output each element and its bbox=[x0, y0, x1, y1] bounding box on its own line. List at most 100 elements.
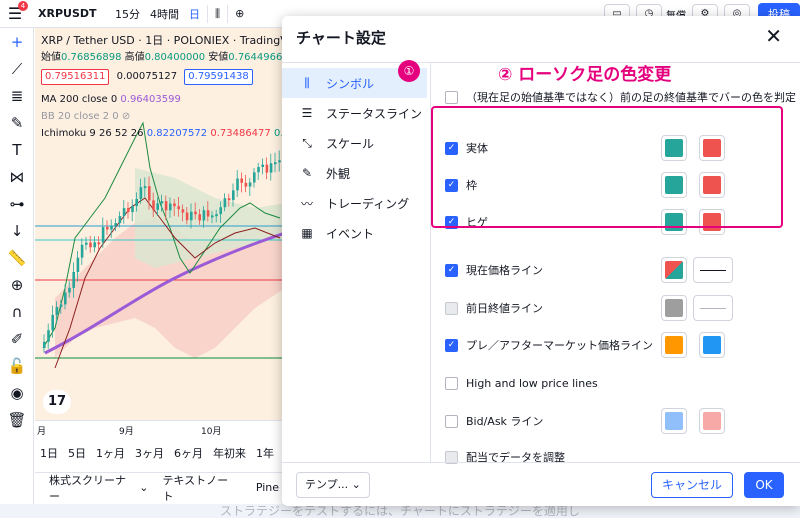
arrow-down-icon[interactable]: ↓ bbox=[0, 217, 34, 244]
pre-market-color[interactable] bbox=[661, 332, 687, 358]
dialog-footer: テンプ... ⌄ キャンセル OK bbox=[282, 462, 800, 506]
zoom-icon[interactable]: ⊕ bbox=[0, 271, 34, 298]
checkbox-unchecked[interactable] bbox=[445, 414, 458, 428]
candle-body bbox=[219, 207, 222, 215]
add-indicator-icon[interactable]: ⊕ bbox=[230, 7, 249, 20]
prev-close-color[interactable] bbox=[661, 295, 687, 321]
ma-value: 0.96403599 bbox=[120, 94, 181, 105]
cancel-button[interactable]: キャンセル bbox=[651, 472, 733, 498]
eye-icon[interactable]: ◉ bbox=[0, 379, 34, 406]
prev-close-color-option[interactable]: （現在足の始値基準ではなく）前の足の終値基準でバーの色を判定 bbox=[445, 86, 796, 108]
trendline-icon[interactable]: ⟋ bbox=[0, 55, 34, 82]
x-tick: 9月 bbox=[119, 427, 134, 437]
sell-price[interactable]: 0.79516311 bbox=[41, 69, 110, 85]
bid-color[interactable] bbox=[661, 408, 687, 434]
ask-color[interactable] bbox=[699, 408, 725, 434]
step-2-caption: ② ローソク足の色変更 bbox=[498, 65, 672, 85]
interval-15m[interactable]: 15分 bbox=[110, 6, 145, 22]
x-tick: 10月 bbox=[201, 427, 222, 437]
nav-status-line[interactable]: ☰ ステータスライン bbox=[282, 98, 427, 128]
tradingview-logo[interactable]: 17 bbox=[43, 390, 71, 414]
high-low-lines-option[interactable]: High and low price lines bbox=[445, 372, 598, 394]
ichimoku-label: Ichimoku 9 26 52 26 bbox=[41, 128, 144, 139]
lock-drawing-icon[interactable]: ✐ bbox=[0, 325, 34, 352]
range-1d[interactable]: 1日 bbox=[40, 445, 58, 461]
candle-body bbox=[164, 201, 168, 211]
checkbox-unchecked[interactable] bbox=[445, 90, 458, 104]
pattern-icon[interactable]: ⋈ bbox=[0, 163, 34, 190]
bid-ask-option[interactable]: Bid/Ask ライン bbox=[445, 410, 543, 432]
range-1m[interactable]: 1ヶ月 bbox=[96, 445, 125, 461]
candle-body bbox=[47, 330, 50, 342]
option-label: （現在足の始値基準ではなく）前の足の終値基準でバーの色を判定 bbox=[466, 91, 796, 104]
ruler-icon[interactable]: 📏 bbox=[0, 244, 34, 271]
chevron-down-icon[interactable]: ⌄ bbox=[139, 481, 148, 494]
checkbox-checked[interactable]: ✓ bbox=[445, 338, 458, 352]
candle-body bbox=[72, 271, 75, 288]
eye-hidden-icon[interactable]: ⊘ bbox=[122, 111, 130, 122]
candle-body bbox=[173, 203, 176, 207]
range-ytd[interactable]: 年初来 bbox=[213, 445, 246, 461]
candle-body bbox=[261, 164, 264, 167]
candle-body bbox=[148, 186, 151, 201]
trading-icon: 〰 bbox=[300, 196, 313, 211]
interval-4h[interactable]: 4時間 bbox=[145, 6, 184, 22]
checkbox-disabled[interactable] bbox=[445, 301, 458, 315]
fib-icon[interactable]: ≣ bbox=[0, 82, 34, 109]
nav-label: シンボル bbox=[326, 76, 375, 91]
line-style-picker[interactable] bbox=[693, 295, 733, 321]
range-1y[interactable]: 1年 bbox=[256, 445, 274, 461]
line-style-picker[interactable] bbox=[693, 257, 733, 283]
candle-body bbox=[215, 214, 218, 217]
magnet-icon[interactable]: ∩ bbox=[0, 298, 34, 325]
checkbox-checked[interactable]: ✓ bbox=[445, 263, 458, 277]
ok-button[interactable]: OK bbox=[744, 472, 784, 498]
option-label: プレ／アフターマーケット価格ライン bbox=[466, 339, 653, 352]
last-price-color[interactable] bbox=[661, 257, 687, 283]
ohlc-row: 始値0.76856898 高値0.80400000 安値0.76449664 bbox=[41, 49, 285, 66]
range-3m[interactable]: 3ヶ月 bbox=[135, 445, 164, 461]
crosshair-icon[interactable]: + bbox=[0, 28, 34, 55]
template-dropdown[interactable]: テンプ... ⌄ bbox=[296, 472, 370, 498]
divider bbox=[207, 4, 208, 23]
open-value: 0.76856898 bbox=[61, 52, 122, 63]
interval-1d[interactable]: 日 bbox=[184, 6, 205, 22]
close-icon[interactable]: ✕ bbox=[765, 24, 782, 48]
post-market-color[interactable] bbox=[699, 332, 725, 358]
range-6m[interactable]: 6ヶ月 bbox=[174, 445, 203, 461]
candle-body bbox=[177, 206, 180, 210]
price-chart[interactable]: XRP / Tether USD · 1日 · POLONIEX · Tradi… bbox=[35, 28, 285, 438]
text-tool-icon[interactable]: T bbox=[0, 136, 34, 163]
nav-scale[interactable]: ⤡ スケール bbox=[282, 128, 427, 158]
forecast-icon[interactable]: ⊶ bbox=[0, 190, 34, 217]
candle-body bbox=[160, 201, 164, 204]
candle-body bbox=[206, 210, 210, 217]
range-5d[interactable]: 5日 bbox=[68, 445, 86, 461]
nav-appearance[interactable]: ✎ 外観 bbox=[282, 158, 427, 188]
brush-tool-icon[interactable]: ✎ bbox=[0, 109, 34, 136]
candle-body bbox=[185, 212, 189, 221]
prev-close-line-option[interactable]: 前日終値ライン bbox=[445, 297, 543, 319]
checkbox-unchecked[interactable] bbox=[445, 376, 458, 390]
prepost-line-option[interactable]: ✓ プレ／アフターマーケット価格ライン bbox=[445, 334, 653, 356]
chart-settings-dialog: チャート設定 ✕ ⫼ シンボル ☰ ステータスライン ⤡ スケール ✎ 外観 〰トレーデ… bbox=[282, 16, 800, 506]
menu-icon[interactable]: ☰ 4 bbox=[0, 1, 30, 23]
template-label: テンプ... bbox=[305, 478, 349, 491]
option-label: High and low price lines bbox=[466, 376, 598, 390]
nav-trading[interactable]: 〰トレーディング bbox=[282, 188, 427, 218]
candle-body bbox=[169, 203, 172, 211]
buy-price[interactable]: 0.79591438 bbox=[184, 69, 253, 85]
trash-icon[interactable]: 🗑 bbox=[0, 406, 34, 433]
candle-type-icon[interactable]: ⫼ bbox=[210, 7, 225, 21]
symbol-search[interactable]: XRPUSDT bbox=[30, 7, 110, 20]
candle-body bbox=[257, 166, 260, 173]
chevron-down-icon: ⌄ bbox=[351, 478, 361, 491]
tab-pine[interactable]: Pine bbox=[256, 481, 279, 494]
tab-text-notes[interactable]: テキストノート bbox=[162, 472, 235, 504]
last-price-line-option[interactable]: ✓ 現在価格ライン bbox=[445, 259, 543, 281]
tab-stock-screener[interactable]: 株式スクリーナー bbox=[49, 472, 133, 504]
lock-icon[interactable]: 🔓 bbox=[0, 352, 34, 379]
divider bbox=[227, 4, 229, 23]
candle-body bbox=[269, 163, 273, 173]
nav-events[interactable]: ▦ イベント bbox=[282, 218, 427, 248]
